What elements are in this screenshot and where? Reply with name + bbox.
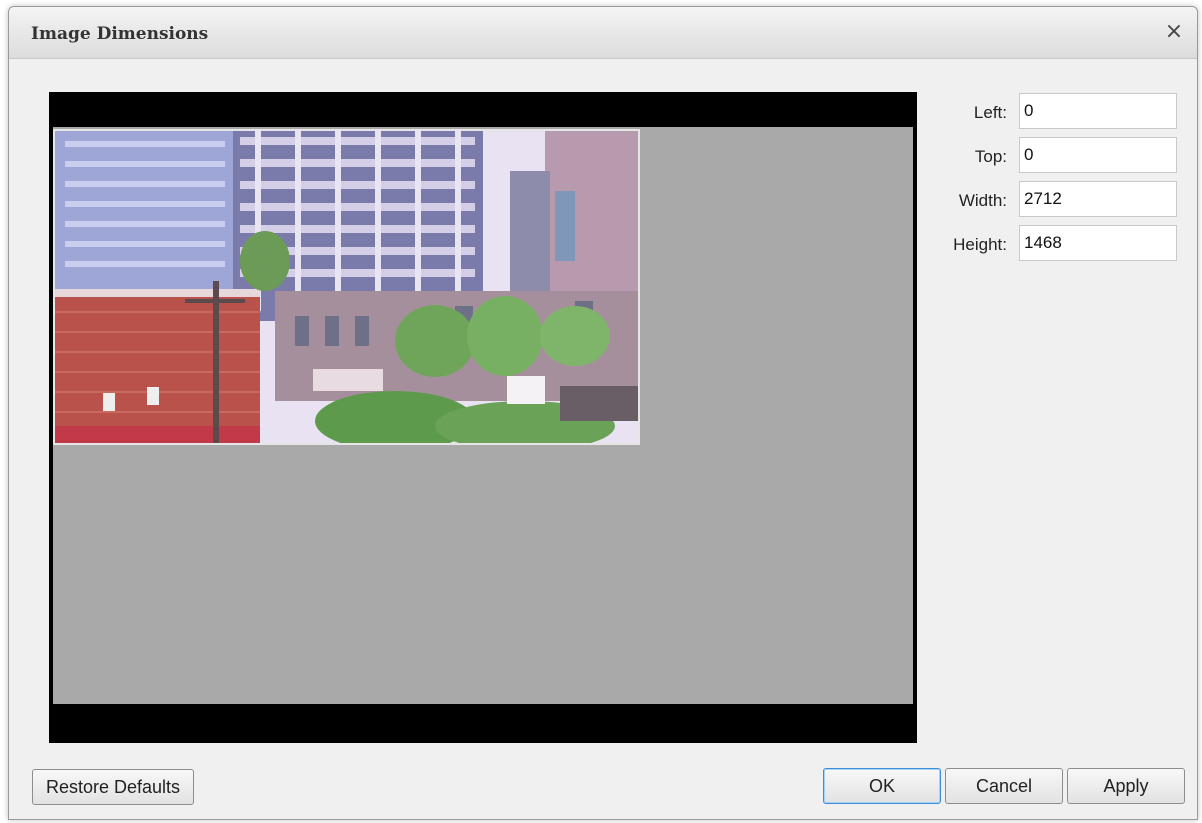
restore-defaults-button[interactable]: Restore Defaults [32, 769, 194, 805]
width-label: Width: [958, 191, 1007, 210]
top-input[interactable] [1019, 137, 1177, 173]
title-bar: Image Dimensions × [9, 7, 1197, 59]
height-label: Height: [953, 235, 1007, 254]
apply-button[interactable]: Apply [1067, 768, 1185, 804]
width-input[interactable] [1019, 181, 1177, 217]
ok-button[interactable]: OK [823, 768, 941, 804]
dialog-title: Image Dimensions [31, 24, 209, 44]
image-dimensions-dialog: Image Dimensions × Left: 0 Top: 0 Width:… [8, 6, 1198, 820]
camera-snapshot-image [55, 131, 638, 443]
close-icon[interactable]: × [1161, 19, 1187, 45]
image-preview-area [49, 92, 917, 743]
camera-image-crop-region[interactable] [53, 129, 640, 445]
preview-canvas [53, 127, 913, 704]
cancel-button[interactable]: Cancel [945, 768, 1063, 804]
left-input[interactable] [1019, 93, 1177, 129]
height-input[interactable] [1019, 225, 1177, 261]
left-label: Left: [973, 103, 1007, 122]
top-label: Top: [974, 147, 1007, 166]
